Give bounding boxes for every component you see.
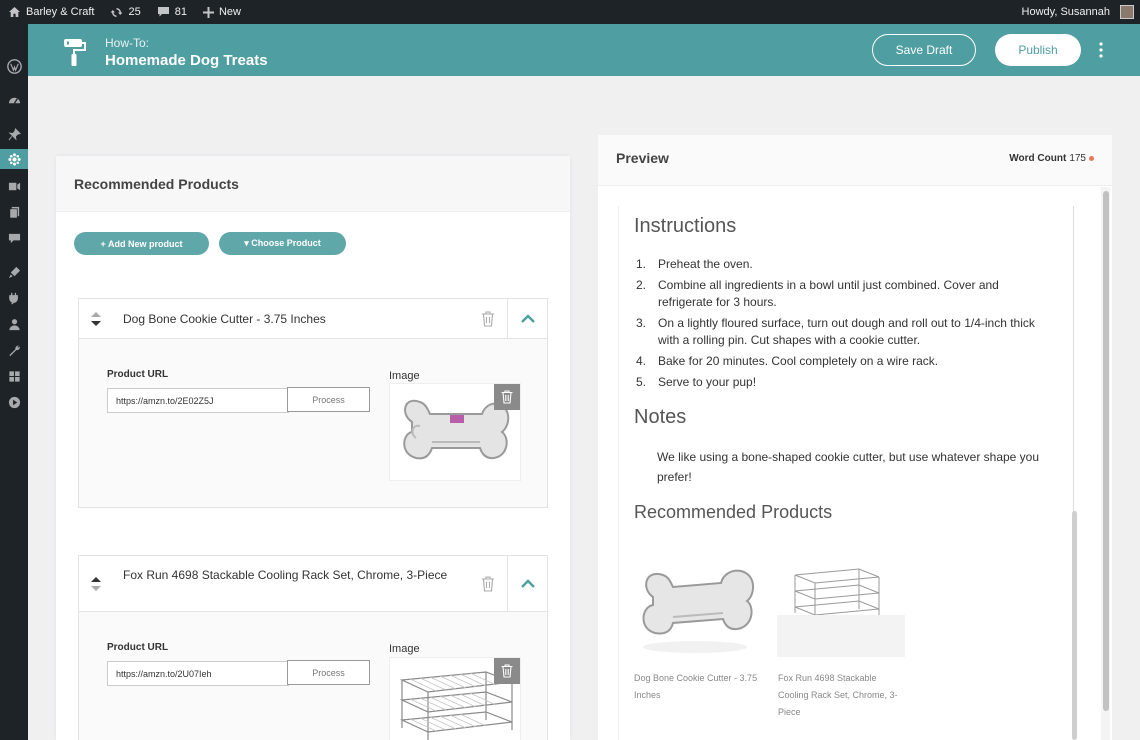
preview-document: Instructions 1. Preheat the oven. 2. Combi…	[618, 206, 1074, 740]
media-icon[interactable]	[0, 176, 28, 196]
howdy-text: Howdy, Susannah	[1021, 6, 1110, 18]
account-menu[interactable]: Howdy, Susannah	[1014, 0, 1140, 24]
word-count-value: 175	[1069, 153, 1086, 164]
product-image	[389, 383, 521, 481]
comments-link[interactable]: 81	[149, 0, 195, 24]
product-title: Fox Run 4698 Stackable Cooling Rack Set,…	[123, 568, 448, 582]
cookie-cutter-image	[642, 569, 754, 653]
updates-count: 25	[128, 6, 141, 18]
chevron-up-icon	[520, 314, 535, 323]
notes-heading: Notes	[634, 406, 687, 428]
users-icon[interactable]	[0, 314, 28, 334]
product-card-header: Fox Run 4698 Stackable Cooling Rack Set,…	[79, 556, 547, 612]
delete-product-icon[interactable]	[481, 311, 495, 327]
product-url-input[interactable]: https://amzn.to/2U07Ieh	[107, 661, 289, 686]
preview-scrollbar-thumb[interactable]	[1103, 191, 1109, 711]
collapse-button[interactable]	[507, 556, 547, 611]
avatar	[1120, 5, 1134, 19]
list-item: 5. Serve to your pup!	[636, 375, 757, 389]
trash-icon	[501, 664, 513, 678]
remove-image-button[interactable]	[494, 384, 520, 410]
word-count: Word Count 175	[1009, 153, 1094, 164]
comments-icon[interactable]	[0, 228, 28, 248]
image-placeholder-strip	[777, 615, 905, 657]
delete-product-icon[interactable]	[481, 576, 495, 592]
product-url-label: Product URL	[107, 369, 169, 380]
list-item: 4. Bake for 20 minutes. Cool completely o…	[636, 354, 939, 368]
wordpress-logo-icon[interactable]	[0, 56, 28, 76]
notes-text: We like using a bone-shaped cookie cutte…	[657, 450, 1040, 484]
publish-button[interactable]: Publish	[995, 34, 1081, 66]
trash-icon	[501, 390, 513, 404]
post-type-kicker: How-To:	[105, 36, 150, 50]
site-home-link[interactable]: Barley & Craft	[0, 0, 102, 24]
editor-header: How-To: Homemade Dog Treats Save Draft P…	[28, 24, 1140, 76]
plus-icon	[202, 6, 214, 18]
product-title: Dog Bone Cookie Cutter - 3.75 Inches	[123, 312, 326, 326]
paint-roller-icon	[64, 39, 86, 66]
preview-header: Preview Word Count 175	[598, 135, 1112, 186]
pages-icon[interactable]	[0, 202, 28, 222]
new-label: New	[218, 6, 241, 18]
product-card: Dog Bone Cookie Cutter - 3.75 Inches Pro…	[78, 298, 548, 508]
chevron-up-icon	[520, 579, 535, 588]
image-label: Image	[389, 370, 420, 382]
updates-link[interactable]: 25	[102, 0, 148, 24]
instructions-list: 1. Preheat the oven. 2. Combine all ingred…	[636, 256, 1046, 395]
recommended-products-panel: Recommended Products + Add New product ▾…	[56, 156, 570, 740]
gear-flower-icon[interactable]	[0, 149, 28, 169]
preview-panel: Preview Word Count 175 Instructions 1. Pr…	[598, 135, 1112, 740]
panel-title: Recommended Products	[56, 156, 570, 212]
document-scrollbar-thumb[interactable]	[1072, 511, 1077, 740]
preview-title: Preview	[616, 150, 669, 166]
recommended-product-caption: Dog Bone Cookie Cutter - 3.75 Inches	[634, 673, 758, 700]
post-title: Homemade Dog Treats	[105, 52, 268, 69]
word-count-label: Word Count	[1009, 153, 1067, 164]
collapse-button[interactable]	[507, 299, 547, 338]
remove-image-button[interactable]	[494, 658, 520, 684]
updates-icon	[110, 7, 123, 17]
admin-menu	[0, 24, 28, 740]
product-url-label: Product URL	[107, 642, 169, 653]
preview-scrollbar[interactable]	[1101, 187, 1110, 740]
more-options-icon[interactable]	[1096, 40, 1106, 60]
word-count-status-dot	[1089, 156, 1094, 161]
product-card-header: Dog Bone Cookie Cutter - 3.75 Inches	[79, 299, 547, 339]
recommended-products-heading: Recommended Products	[634, 502, 833, 522]
instructions-heading: Instructions	[634, 215, 737, 237]
site-name: Barley & Craft	[26, 6, 95, 18]
choose-product-button[interactable]: ▾ Choose Product	[219, 232, 346, 255]
list-item: 1. Preheat the oven.	[636, 257, 753, 271]
list-item: 2. Combine all ingredients in a bowl unti…	[636, 278, 999, 309]
save-draft-button[interactable]: Save Draft	[872, 34, 976, 66]
reorder-arrows-icon[interactable]	[89, 573, 103, 595]
dashboard-icon[interactable]	[0, 90, 28, 110]
image-label: Image	[389, 643, 420, 655]
plugins-icon[interactable]	[0, 288, 28, 308]
tools-icon[interactable]	[0, 340, 28, 360]
reorder-arrows-icon[interactable]	[89, 308, 103, 330]
comments-icon	[157, 7, 169, 17]
settings-icon[interactable]	[0, 366, 28, 386]
admin-bar: Barley & Craft 25 81 New Howdy, Susannah	[0, 0, 1140, 24]
product-card: Fox Run 4698 Stackable Cooling Rack Set,…	[78, 555, 548, 740]
pin-icon[interactable]	[0, 124, 28, 144]
process-button[interactable]: Process	[287, 660, 370, 685]
recommended-product-image[interactable]	[633, 551, 761, 661]
list-item: 3. On a lightly floured surface, turn out…	[636, 316, 1035, 347]
play-icon[interactable]	[0, 392, 28, 412]
product-image	[389, 657, 521, 740]
appearance-icon[interactable]	[0, 262, 28, 282]
home-icon	[9, 7, 20, 17]
add-new-product-button[interactable]: + Add New product	[74, 232, 209, 255]
process-button[interactable]: Process	[287, 387, 370, 412]
new-content-link[interactable]: New	[195, 0, 249, 24]
document-scrollbar[interactable]	[1072, 207, 1077, 740]
recommended-product-caption: Fox Run 4698 Stackable Cooling Rack Set,…	[778, 673, 898, 717]
product-url-input[interactable]: https://amzn.to/2E02Z5J	[107, 388, 289, 413]
comments-count: 81	[174, 6, 187, 18]
